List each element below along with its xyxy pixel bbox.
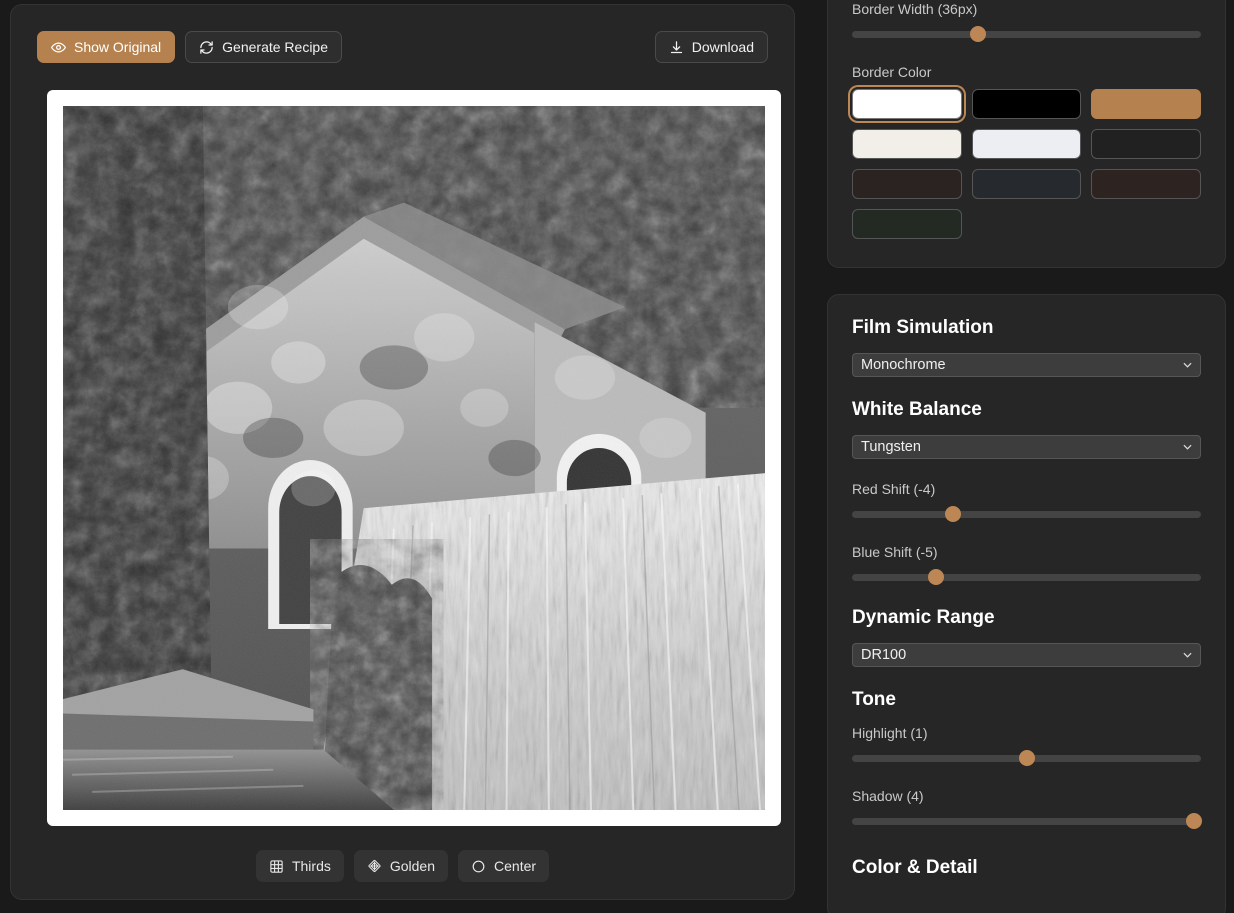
dynamic-range-field: DR100 xyxy=(852,643,1201,667)
grid-overlay-golden-button[interactable]: Golden xyxy=(353,850,449,882)
shadow-slider[interactable] xyxy=(852,813,1203,829)
border-color-field: Border Color xyxy=(852,64,1201,239)
blue-shift-slider[interactable] xyxy=(852,569,1201,585)
swatch-tan[interactable] xyxy=(1091,89,1201,119)
highlight-label: Highlight (1) xyxy=(852,725,928,741)
slider-track xyxy=(852,817,1201,825)
slider-track xyxy=(852,30,1201,38)
dynamic-range-heading: Dynamic Range xyxy=(852,607,995,628)
slider-thumb[interactable] xyxy=(969,26,986,42)
show-original-button[interactable]: Show Original xyxy=(37,31,176,63)
photo-editor-app: Show Original Generate Recipe Download T… xyxy=(0,0,1234,913)
slider-thumb[interactable] xyxy=(1018,750,1035,766)
slider-track xyxy=(852,573,1201,581)
swatch-dark-slate[interactable] xyxy=(971,169,1082,199)
settings-column: Border Width (36px) Border Color Film Si… xyxy=(827,0,1226,913)
swatch-cream[interactable] xyxy=(852,129,962,159)
chevron-down-icon xyxy=(1183,362,1192,368)
film-simulation-heading: Film Simulation xyxy=(852,317,994,338)
circle-center-icon xyxy=(471,859,486,874)
recipe-settings-card: Film Simulation Monochrome White Balance… xyxy=(827,294,1226,913)
golden-spiral-icon xyxy=(367,859,382,874)
show-original-label: Show Original xyxy=(74,39,162,55)
download-icon xyxy=(669,40,684,55)
slider-thumb[interactable] xyxy=(927,569,944,585)
shadow-field: Shadow (4) xyxy=(852,788,1203,829)
grid-overlay-center-button[interactable]: Center xyxy=(458,850,550,882)
grid-thirds-icon xyxy=(269,859,284,874)
chevron-down-icon xyxy=(1183,652,1192,658)
swatch-ice[interactable] xyxy=(971,129,1082,159)
slider-thumb[interactable] xyxy=(945,506,962,522)
border-color-swatch-grid xyxy=(852,89,1201,239)
swatch-white[interactable] xyxy=(852,89,962,119)
dynamic-range-select[interactable]: DR100 xyxy=(852,643,1201,667)
generate-recipe-label: Generate Recipe xyxy=(222,39,328,55)
grid-overlay-golden-label: Golden xyxy=(389,858,436,874)
red-shift-field: Red Shift (-4) xyxy=(852,481,1201,522)
border-width-field: Border Width (36px) xyxy=(852,1,1201,42)
generate-recipe-button[interactable]: Generate Recipe xyxy=(185,31,342,63)
swatch-dark-green[interactable] xyxy=(852,209,962,239)
refresh-icon xyxy=(199,40,214,55)
swatch-black[interactable] xyxy=(971,89,1082,119)
border-settings-card: Border Width (36px) Border Color xyxy=(827,0,1226,268)
red-shift-slider[interactable] xyxy=(852,506,1201,522)
image-border-frame xyxy=(47,90,781,826)
border-width-label: Border Width (36px) xyxy=(852,1,978,17)
blue-shift-label: Blue Shift (-5) xyxy=(852,544,938,560)
editor-panel: Show Original Generate Recipe Download T… xyxy=(10,4,795,900)
white-balance-value: Tungsten xyxy=(861,438,921,455)
dynamic-range-value: DR100 xyxy=(861,646,907,663)
color-detail-heading: Color & Detail xyxy=(852,857,978,878)
swatch-espresso[interactable] xyxy=(1091,169,1201,199)
border-color-label: Border Color xyxy=(852,64,932,80)
tone-heading: Tone xyxy=(852,689,896,710)
slider-thumb[interactable] xyxy=(1186,813,1203,829)
film-simulation-value: Monochrome xyxy=(861,356,946,373)
grid-overlay-toolbar: Thirds Golden Center xyxy=(11,850,794,882)
film-simulation-select[interactable]: Monochrome xyxy=(852,353,1201,377)
white-balance-heading: White Balance xyxy=(852,399,982,420)
chevron-down-icon xyxy=(1183,444,1192,450)
swatch-dark-brown[interactable] xyxy=(852,169,962,199)
eye-icon xyxy=(51,40,66,55)
grid-overlay-center-label: Center xyxy=(494,858,537,874)
film-simulation-field: Monochrome xyxy=(852,353,1201,377)
red-shift-label: Red Shift (-4) xyxy=(852,481,936,497)
preview-photo[interactable] xyxy=(63,106,765,810)
editor-toolbar: Show Original Generate Recipe Download xyxy=(37,31,768,63)
shadow-label: Shadow (4) xyxy=(852,788,924,804)
slider-track xyxy=(852,510,1201,518)
white-balance-field: Tungsten xyxy=(852,435,1201,459)
download-button[interactable]: Download xyxy=(654,31,768,63)
highlight-field: Highlight (1) xyxy=(852,725,1201,766)
download-label: Download xyxy=(691,39,754,55)
border-width-slider[interactable] xyxy=(852,26,1201,42)
white-balance-select[interactable]: Tungsten xyxy=(852,435,1201,459)
highlight-slider[interactable] xyxy=(852,750,1201,766)
grid-overlay-thirds-button[interactable]: Thirds xyxy=(255,850,344,882)
blue-shift-field: Blue Shift (-5) xyxy=(852,544,1201,585)
swatch-charcoal[interactable] xyxy=(1091,129,1201,159)
grid-overlay-thirds-label: Thirds xyxy=(291,858,331,874)
